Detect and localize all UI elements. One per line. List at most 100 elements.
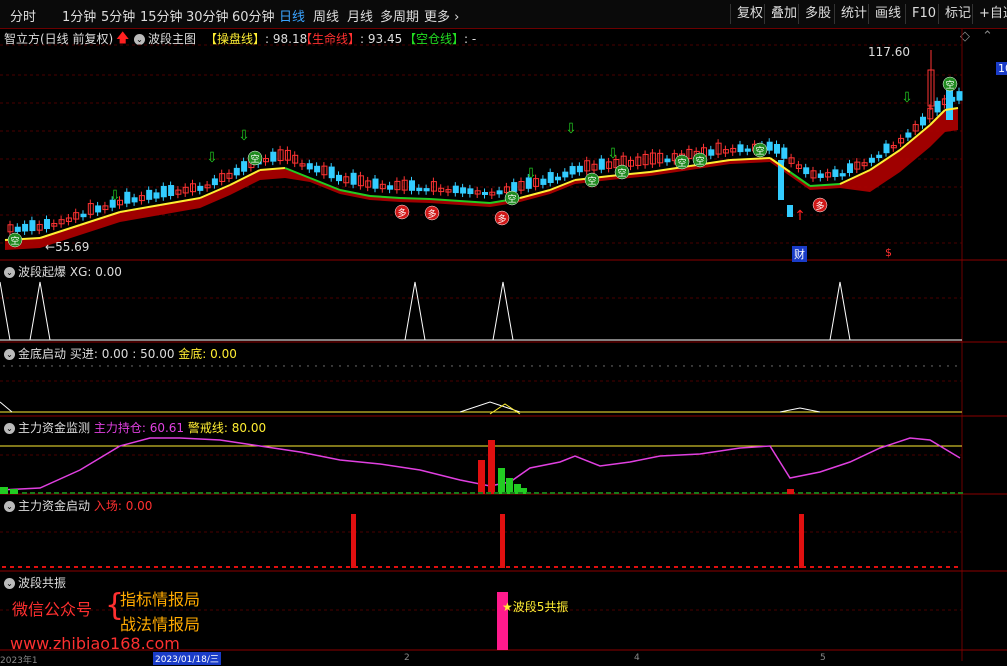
candle-body (211, 178, 218, 186)
capital-baseline-bar (302, 492, 307, 494)
capital-baseline-bar (902, 492, 907, 494)
watermark-line1: 指标情报局 (120, 590, 201, 609)
capital-baseline-bar (758, 492, 763, 494)
jindi-dot (835, 365, 837, 367)
jindi-dot (3, 365, 5, 367)
capital-baseline-bar (374, 492, 379, 494)
jindi-dot (27, 365, 29, 367)
capital-baseline-bar (526, 492, 531, 494)
capital-baseline-bar (926, 492, 931, 494)
candle-body (744, 148, 751, 152)
jindi-dot (75, 365, 77, 367)
finance-marker[interactable]: 财 (792, 246, 807, 262)
ruchang-baseline (82, 566, 86, 568)
jindi-dot (99, 365, 101, 367)
kong-tag-text: 空 (617, 167, 626, 179)
ruchang-baseline (138, 566, 142, 568)
capital-baseline-bar (142, 492, 147, 494)
ruchang-baseline (258, 566, 262, 568)
capital-baseline-bar (278, 492, 283, 494)
jindi-dot (523, 365, 525, 367)
ruchang-baseline (658, 566, 662, 568)
ruchang-baseline (282, 566, 286, 568)
ruchang-baseline (746, 566, 750, 568)
jindi-dot (651, 365, 653, 367)
jindi-dot (43, 365, 45, 367)
candle-body (146, 189, 153, 200)
candle-body (241, 161, 248, 172)
jindi-dot (731, 365, 733, 367)
kong-tag-text: 空 (677, 157, 686, 169)
ruchang-baseline (114, 566, 118, 568)
jindi-dot (603, 365, 605, 367)
dividend-marker[interactable]: $ (885, 246, 892, 259)
candle-body (774, 143, 780, 154)
ruchang-baseline (338, 566, 342, 568)
jindi-dot (19, 365, 21, 367)
jindi-dot (891, 365, 893, 367)
ruchang-baseline (426, 566, 430, 568)
zhuli-qidong-header[interactable]: ⌄ 主力资金启动 入场: 0.00 (4, 497, 152, 514)
capital-bar (506, 478, 513, 494)
kong-tag-text: 空 (945, 79, 954, 91)
jindi-dot (67, 365, 69, 367)
ruchang-baseline (754, 566, 758, 568)
jindi-dot (643, 365, 645, 367)
boduan-gongzhen-header[interactable]: ⌄ 波段共振 (4, 574, 66, 591)
jindi-dot (411, 365, 413, 367)
capital-baseline-bar (622, 492, 627, 494)
capital-baseline-bar (838, 492, 843, 494)
jindi-dot (331, 365, 333, 367)
capital-baseline-bar (206, 492, 211, 494)
zhuli-jiance-header[interactable]: ⌄ 主力资金监测 主力持仓: 60.61 警戒线: 80.00 (4, 419, 266, 436)
capital-baseline-bar (254, 492, 259, 494)
cursor-date: 2023/01/18/三 (153, 652, 221, 665)
jindi-dot (683, 365, 685, 367)
candle-body (737, 144, 744, 153)
capital-baseline-bar (846, 492, 851, 494)
boduan-qibao-header[interactable]: ⌄ 波段起爆 XG: 0.00 (4, 263, 122, 280)
candle-body (883, 143, 890, 154)
candle-body (847, 163, 853, 173)
jindi-dot (243, 365, 245, 367)
capital-baseline-bar (742, 492, 747, 494)
capital-baseline-bar (366, 492, 371, 494)
ruchang-baseline (594, 566, 598, 568)
candle-body (350, 172, 357, 185)
ruchang-baseline (818, 566, 822, 568)
jindi-dot (227, 365, 229, 367)
ruchang-baseline (250, 566, 254, 568)
jindi-dot (699, 365, 701, 367)
ruchang-baseline (2, 566, 6, 568)
ruchang-baseline (650, 566, 654, 568)
capital-baseline-bar (814, 492, 819, 494)
candle-body (306, 163, 313, 170)
candle-body (562, 171, 569, 178)
capital-baseline-bar (734, 492, 739, 494)
jindi-qidong-header[interactable]: ⌄ 金底启动 买进: 0.00 : 50.00 金底: 0.00 (4, 345, 237, 362)
ruchang-baseline (794, 566, 798, 568)
candle-body (920, 116, 926, 126)
capital-baseline-bar (454, 492, 459, 494)
jindi-dot (803, 365, 805, 367)
ruchang-baseline (906, 566, 910, 568)
ruchang-baseline (730, 566, 734, 568)
chevron-down-icon: ⌄ (4, 349, 15, 360)
ruchang-baseline (946, 566, 950, 568)
ruchang-bar (351, 514, 356, 568)
capital-baseline-bar (950, 492, 955, 494)
capital-baseline-bar (390, 492, 395, 494)
capital-bar (787, 489, 794, 494)
capital-baseline-bar (694, 492, 699, 494)
capital-baseline-bar (534, 492, 539, 494)
capital-baseline-bar (262, 492, 267, 494)
jindi-dot (811, 365, 813, 367)
qibao-spike (829, 281, 851, 341)
ruchang-baseline (378, 566, 382, 568)
arrow-down-icon: ⇩ (565, 121, 577, 137)
capital-baseline-bar (654, 492, 659, 494)
candle-body (708, 149, 715, 156)
kline-chart[interactable]: 空空空空空空 空空空多多多多⇩⇩⇩⇩⇩⇩⇩↑ (0, 0, 1007, 661)
capital-baseline-bar (54, 492, 59, 494)
jindi-dot (611, 365, 613, 367)
